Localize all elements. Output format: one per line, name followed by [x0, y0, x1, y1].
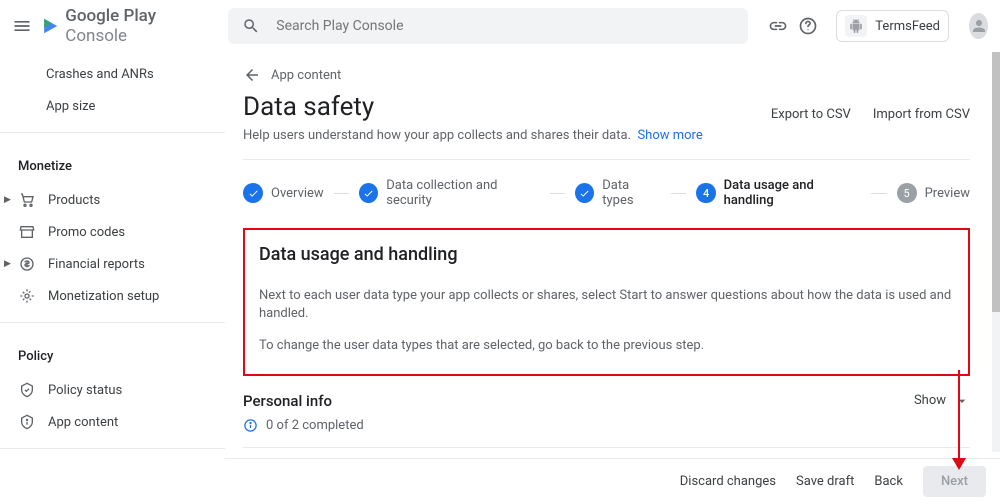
- sidebar: Crashes and ANRs App size Monetize ▶ Pro…: [0, 52, 225, 504]
- scrollbar[interactable]: [992, 52, 1000, 452]
- section-heading: Data usage and handling: [259, 244, 954, 265]
- page-subtitle: Help users understand how your app colle…: [243, 128, 970, 143]
- annotation-arrow-head: [952, 458, 966, 470]
- scrollbar-thumb[interactable]: [992, 52, 1000, 312]
- check-icon: [359, 183, 378, 203]
- show-more-link[interactable]: Show more: [637, 128, 702, 143]
- step-number: 4: [696, 183, 715, 203]
- breadcrumb-text: App content: [271, 68, 341, 83]
- check-icon: [243, 183, 263, 203]
- step-number: 5: [897, 183, 917, 203]
- section-paragraph: Next to each user data type your app col…: [259, 287, 954, 323]
- divider: [0, 448, 225, 449]
- cart-icon: [18, 191, 36, 209]
- logo[interactable]: Google Play Console: [42, 6, 178, 46]
- export-csv-button[interactable]: Export to CSV: [771, 107, 851, 122]
- accordion-subtext: 0 of 2 completed: [243, 418, 970, 433]
- shield-check-icon: [18, 381, 36, 399]
- discard-button[interactable]: Discard changes: [680, 474, 776, 489]
- sidebar-item-label: Financial reports: [48, 257, 145, 272]
- step-data-types[interactable]: Data types: [575, 178, 661, 208]
- search-icon: [242, 17, 260, 35]
- shield-info-icon: [18, 413, 36, 431]
- gear-icon: [18, 287, 36, 305]
- footer-bar: Discard changes Save draft Back Next: [225, 458, 1000, 504]
- sidebar-item-products[interactable]: ▶ Products: [0, 184, 225, 216]
- section-paragraph: To change the user data types that are s…: [259, 337, 954, 355]
- sidebar-item-financial[interactable]: ▶ Financial reports: [0, 248, 225, 280]
- android-icon: [845, 15, 867, 37]
- sidebar-item-policy-status[interactable]: Policy status: [0, 374, 225, 406]
- sidebar-item-monetization-setup[interactable]: Monetization setup: [0, 280, 225, 312]
- step-data-usage: 4 Data usage and handling: [696, 178, 861, 208]
- divider: [243, 159, 970, 160]
- accordion-personal-info: Personal info Show 0 of 2 completed: [243, 392, 970, 448]
- logo-text: Google Play Console: [65, 6, 178, 46]
- sidebar-item-label: Monetization setup: [48, 289, 159, 304]
- play-console-logo-icon: [42, 14, 59, 38]
- step-preview[interactable]: 5 Preview: [897, 183, 970, 203]
- next-button[interactable]: Next: [923, 466, 986, 497]
- annotation-arrow: [958, 370, 960, 464]
- sidebar-group-monetize: Monetize: [0, 143, 225, 184]
- divider: [0, 322, 225, 323]
- sidebar-item-label: Products: [48, 193, 100, 208]
- avatar[interactable]: [969, 13, 988, 39]
- chevron-down-icon: [954, 393, 970, 409]
- accordion-title: Personal info: [243, 392, 332, 410]
- help-icon[interactable]: [798, 14, 818, 38]
- divider: [0, 132, 225, 133]
- accordion-toggle[interactable]: Show: [914, 393, 970, 409]
- arrow-back-icon: [243, 66, 261, 84]
- main-content: App content Data safety Export to CSV Im…: [225, 52, 1000, 504]
- dollar-icon: [18, 255, 36, 273]
- import-csv-button[interactable]: Import from CSV: [873, 107, 970, 122]
- check-icon: [575, 183, 594, 203]
- caret-icon: ▶: [4, 259, 11, 269]
- sidebar-item-label: Policy status: [48, 383, 122, 398]
- sidebar-group-policy: Policy: [0, 333, 225, 374]
- save-draft-button[interactable]: Save draft: [796, 474, 854, 489]
- sidebar-item-crashes[interactable]: Crashes and ANRs: [0, 58, 225, 90]
- back-button[interactable]: Back: [874, 474, 903, 489]
- highlight-annotation: Data usage and handling Next to each use…: [243, 228, 970, 376]
- search-input[interactable]: [276, 18, 734, 34]
- sidebar-item-app-content[interactable]: App content: [0, 406, 225, 438]
- info-icon: [243, 418, 258, 433]
- storefront-icon: [18, 223, 36, 241]
- account-selector[interactable]: TermsFeed: [836, 10, 949, 42]
- page-title: Data safety: [243, 92, 374, 122]
- sidebar-item-label: Promo codes: [48, 225, 125, 240]
- hamburger-icon[interactable]: [12, 14, 32, 38]
- search-bar[interactable]: [228, 8, 748, 44]
- stepper: Overview Data collection and security Da…: [243, 162, 970, 224]
- app-header: Google Play Console TermsFeed: [0, 0, 1000, 52]
- step-overview[interactable]: Overview: [243, 183, 324, 203]
- sidebar-item-promo[interactable]: Promo codes: [0, 216, 225, 248]
- sidebar-item-label: App content: [48, 415, 118, 430]
- breadcrumb[interactable]: App content: [243, 66, 970, 84]
- sidebar-item-appsize[interactable]: App size: [0, 90, 225, 122]
- title-actions: Export to CSV Import from CSV: [771, 107, 970, 122]
- account-name: TermsFeed: [875, 19, 940, 34]
- link-icon[interactable]: [768, 14, 788, 38]
- step-data-collection[interactable]: Data collection and security: [359, 178, 540, 208]
- caret-icon: ▶: [4, 195, 11, 205]
